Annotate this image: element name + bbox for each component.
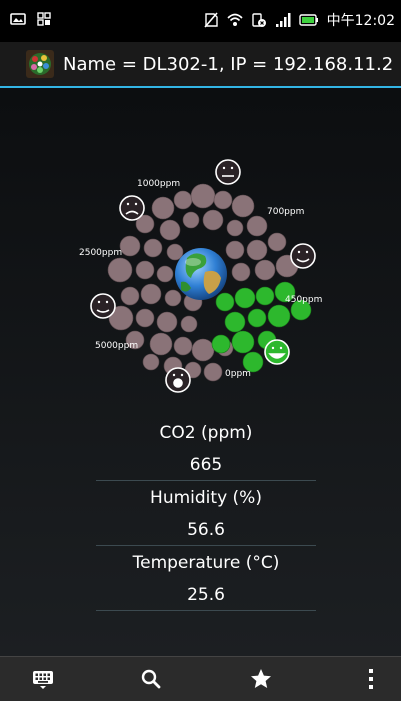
keyboard-icon[interactable] [31,667,55,691]
signal-icon [275,13,291,27]
humidity-value: 56.6 [187,520,225,540]
label-5000ppm: 5000ppm [95,341,138,351]
bottom-action-bar [0,656,401,701]
very-happy-face-icon [264,339,290,365]
temperature-label: Temperature (°C) [132,553,280,573]
wifi-icon [227,13,243,26]
humidity-label: Humidity (%) [150,488,262,508]
search-icon[interactable] [139,667,163,691]
globe-icon [175,248,227,300]
status-bar: 中午12:02 [0,0,401,42]
device-title: Name = DL302-1, IP = 192.168.11.2 [63,53,394,75]
star-icon[interactable] [249,667,273,691]
status-time: 中午12:02 [327,10,395,30]
co2-gauge: 1000ppm 700ppm 2500ppm 450ppm 5000ppm 0p… [79,159,322,393]
app-grid-icon [37,12,51,26]
label-0ppm: 0ppm [225,369,251,379]
battery-icon [298,14,318,26]
shocked-face-icon [165,367,191,393]
clock: 12:02 [354,13,395,29]
sensor-readings: CO2 (ppm) 665 Humidity (%) 56.6 Temperat… [96,416,316,611]
happy-face-icon [290,243,316,269]
no-sim-icon [204,12,218,28]
temperature-value: 25.6 [187,585,225,605]
co2-value: 665 [189,455,223,475]
unhappy-face-icon [90,293,116,319]
label-450ppm: 450ppm [285,295,322,305]
app-logo-icon[interactable] [26,50,54,78]
call-forward-icon [251,13,266,27]
action-bar: Name = DL302-1, IP = 192.168.11.2 [0,42,401,88]
screenshot-icon [10,13,26,25]
label-2500ppm: 2500ppm [79,248,122,258]
main-content: 1000ppm 700ppm 2500ppm 450ppm 5000ppm 0p… [0,88,401,656]
sad-face-icon [119,195,145,221]
co2-label: CO2 (ppm) [159,423,253,443]
divider [96,610,316,611]
network-label: 中午 [326,13,355,29]
label-700ppm: 700ppm [267,207,304,217]
label-1000ppm: 1000ppm [137,179,180,189]
overflow-menu-icon[interactable] [359,667,383,691]
neutral-face-icon [215,159,241,185]
